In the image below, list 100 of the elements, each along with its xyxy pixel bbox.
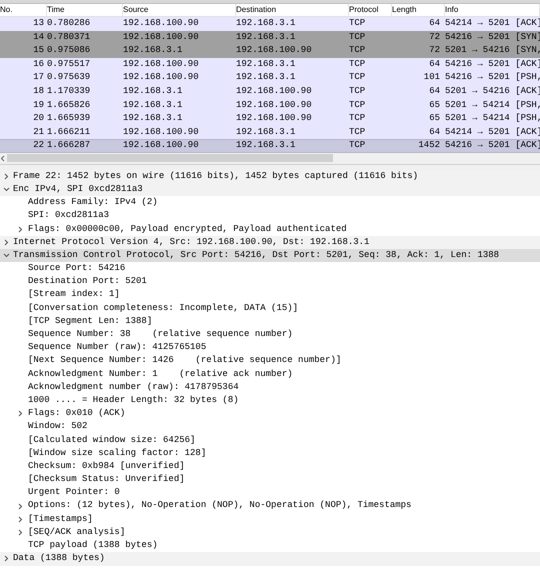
packet-cell-text: 192.168.100.90: [123, 58, 200, 71]
packet-cell-text: 192.168.3.1: [236, 126, 296, 139]
packet-cell-text: 1.170339: [46, 85, 92, 98]
packet-cell-text: 0.975086: [46, 44, 92, 58]
tree-row-text: Address Family: IPv4 (2): [27, 196, 158, 210]
packet-cell-text: 16: [32, 58, 44, 71]
packet-cell-text: 192.168.3.1: [123, 85, 184, 98]
scrollbar-thumb[interactable]: [7, 154, 333, 162]
column-header[interactable]: Info: [445, 4, 540, 16]
packet-cell-text: 192.168.3.1: [236, 17, 296, 30]
chevron-right-icon[interactable]: [17, 410, 24, 418]
packet-cell-text: TCP: [349, 30, 366, 44]
packet-cell-text: 1.665939: [46, 112, 92, 126]
tree-row[interactable]: TCP payload (1388 bytes): [0, 539, 540, 552]
tree-row-text: Destination Port: 5201: [27, 275, 147, 288]
packet-cell-text: 21: [32, 126, 44, 139]
packet-cell-text: 54216 → 5201 [ACK]: [444, 58, 540, 71]
tree-row-text: Transmission Control Protocol, Src Port: 54216, Dst Port: 5201, Seq: 38, Ack: 1, Len: 1388: [13, 248, 500, 262]
packet-cell-text: TCP: [349, 85, 366, 98]
column-header[interactable]: No.: [0, 4, 47, 16]
tree-row-text: [Window size scaling factor: 128]: [27, 446, 206, 460]
tree-row-text: Acknowledgment Number: 1 (relative ack number): [27, 368, 293, 381]
packet-cell-text: 0.780286: [46, 17, 92, 30]
horizontal-scrollbar[interactable]: [0, 152, 540, 164]
packet-cell-text: 1.665826: [46, 98, 92, 112]
packet-cell-text: 72: [428, 30, 440, 44]
packet-cell-text: 18: [32, 85, 44, 98]
packet-cell-text: 54214 → 5201 [ACK]: [444, 17, 540, 30]
packet-cell-text: 192.168.100.90: [236, 44, 313, 58]
packet-row[interactable]: 14 0.780371 192.168.100.90 192.168.3.1 TCP 72 54216 → 5201 [SYN]: [0, 30, 540, 44]
column-header[interactable]: Source: [123, 4, 236, 16]
tree-row[interactable]: Frame 22: 1452 bytes on wire (11616 bits), 1452 bytes captured (11616 bits): [0, 170, 540, 184]
tree-row-text: Urgent Pointer: 0: [27, 486, 120, 500]
packet-cell-text: 192.168.100.90: [123, 17, 200, 30]
packet-cell-text: 5201 → 54214 [PSH,: [444, 112, 540, 126]
packet-row[interactable]: 17 0.975639 192.168.100.90 192.168.3.1 TCP 101 54216 → 5201 [PSH,: [0, 71, 540, 85]
tree-row-text: Window: 502: [27, 420, 88, 434]
tree-row-text: Options: (12 bytes), No-Operation (NOP), No-Operation (NOP), Timestamps: [27, 499, 412, 512]
packet-cell-text: 1452: [417, 139, 440, 152]
packet-cell-text: 64: [428, 85, 440, 98]
tree-row[interactable]: Transmission Control Protocol, Src Port: 54216, Dst Port: 5201, Seq: 38, Ack: 1, Len: 1388: [0, 249, 540, 262]
packet-cell-text: TCP: [349, 44, 366, 58]
packet-cell-text: 19: [32, 98, 44, 112]
tree-row[interactable]: Internet Protocol Version 4, Src: 192.168.100.90, Dst: 192.168.3.1: [0, 236, 540, 250]
packet-cell-text: TCP: [349, 58, 366, 71]
tree-row-text: SPI: 0xcd2811a3: [27, 209, 110, 222]
tree-row-text: Internet Protocol Version 4, Src: 192.168.100.90, Dst: 192.168.3.1: [13, 236, 370, 249]
chevron-right-icon[interactable]: [3, 173, 10, 180]
packet-row[interactable]: 19 1.665826 192.168.3.1 192.168.100.90 TCP 65 5201 → 54214 [PSH,: [0, 98, 540, 112]
packet-cell-text: 192.168.3.1: [236, 30, 296, 44]
tree-row-text: [Next Sequence Number: 1426 (relative sequence number)]: [27, 354, 342, 368]
packet-cell-text: 0.975517: [46, 58, 92, 71]
packet-cell-text: 101: [422, 71, 440, 84]
tree-row-text: [Stream index: 1]: [27, 288, 120, 302]
chevron-right-icon[interactable]: [3, 555, 10, 562]
packet-row[interactable]: 20 1.665939 192.168.3.1 192.168.100.90 TCP 65 5201 → 54214 [PSH,: [0, 112, 540, 126]
packet-cell-text: TCP: [349, 17, 366, 30]
tree-row-text: [Timestamps]: [27, 512, 93, 526]
scroll-left-icon[interactable]: [0, 154, 6, 162]
packet-row[interactable]: 21 1.666211 192.168.100.90 192.168.3.1 TCP 64 54214 → 5201 [ACK]: [0, 126, 540, 140]
tree-row[interactable]: Data (1388 bytes): [0, 552, 540, 566]
packet-cell-text: 192.168.100.90: [236, 98, 313, 112]
packet-cell-text: 1.666287: [46, 139, 92, 152]
packet-cell-text: 5201 → 54214 [PSH,: [444, 98, 540, 112]
packet-cell-text: 192.168.3.1: [236, 71, 296, 84]
packet-cell-text: 192.168.3.1: [123, 112, 184, 126]
column-header[interactable]: Length: [392, 4, 445, 16]
tree-row-text: [SEQ/ACK analysis]: [27, 526, 126, 539]
packet-row[interactable]: 22 1.666287 192.168.100.90 192.168.3.1 TCP 1452 54216 → 5201 [ACK]: [0, 139, 540, 153]
packet-row[interactable]: 18 1.170339 192.168.3.1 192.168.100.90 TCP 64 5201 → 54216 [ACK]: [0, 84, 540, 99]
tree-row-text: Checksum: 0xb984 [unverified]: [27, 460, 185, 473]
tree-row-text: Acknowledgment number (raw): 4178795364: [27, 380, 239, 394]
column-header[interactable]: Time: [47, 4, 123, 16]
packet-cell-text: 1.666211: [46, 126, 92, 139]
packet-cell-text: 192.168.100.90: [123, 30, 200, 44]
packet-cell-text: 0.780371: [46, 30, 92, 44]
tree-row-text: Flags: 0x010 (ACK): [27, 407, 126, 420]
packet-cell-text: TCP: [349, 98, 366, 112]
chevron-down-icon[interactable]: [3, 252, 10, 260]
packet-row[interactable]: 15 0.975086 192.168.3.1 192.168.100.90 TCP 72 5201 → 54216 [SYN,: [0, 44, 540, 58]
packet-cell-text: 15: [32, 44, 44, 58]
packet-cell-text: 0.975639: [46, 71, 92, 84]
packet-cell-text: 22: [32, 139, 44, 152]
packet-cell-text: 192.168.3.1: [236, 139, 296, 152]
tree-row-text: Frame 22: 1452 bytes on wire (11616 bits), 1452 bytes captured (11616 bits): [13, 170, 418, 183]
column-header[interactable]: Protocol: [349, 4, 392, 16]
tree-row-text: Sequence Number (raw): 4125765105: [27, 341, 206, 354]
tree-row-text: Data (1388 bytes): [13, 552, 105, 566]
tree-row-text: [Calculated window size: 64256]: [27, 434, 196, 447]
packet-cell-text: 13: [32, 17, 44, 30]
tree-row-text: [TCP Segment Len: 1388]: [27, 314, 152, 328]
packet-row[interactable]: 13 0.780286 192.168.100.90 192.168.3.1 TCP 64 54214 → 5201 [ACK]: [0, 17, 540, 31]
packet-row[interactable]: 16 0.975517 192.168.100.90 192.168.3.1 TCP 64 54216 → 5201 [ACK]: [0, 58, 540, 72]
chevron-down-icon[interactable]: [3, 186, 10, 194]
tree-row[interactable]: Enc IPv4, SPI 0xcd2811a3: [0, 183, 540, 196]
column-header[interactable]: Destination: [236, 4, 349, 16]
packet-cell-text: 14: [32, 30, 44, 44]
tree-row-text: Source Port: 54216: [27, 262, 126, 276]
packet-cell-text: 192.168.100.90: [123, 71, 200, 84]
tree-row-text: [Checksum Status: Unverified]: [27, 473, 185, 486]
